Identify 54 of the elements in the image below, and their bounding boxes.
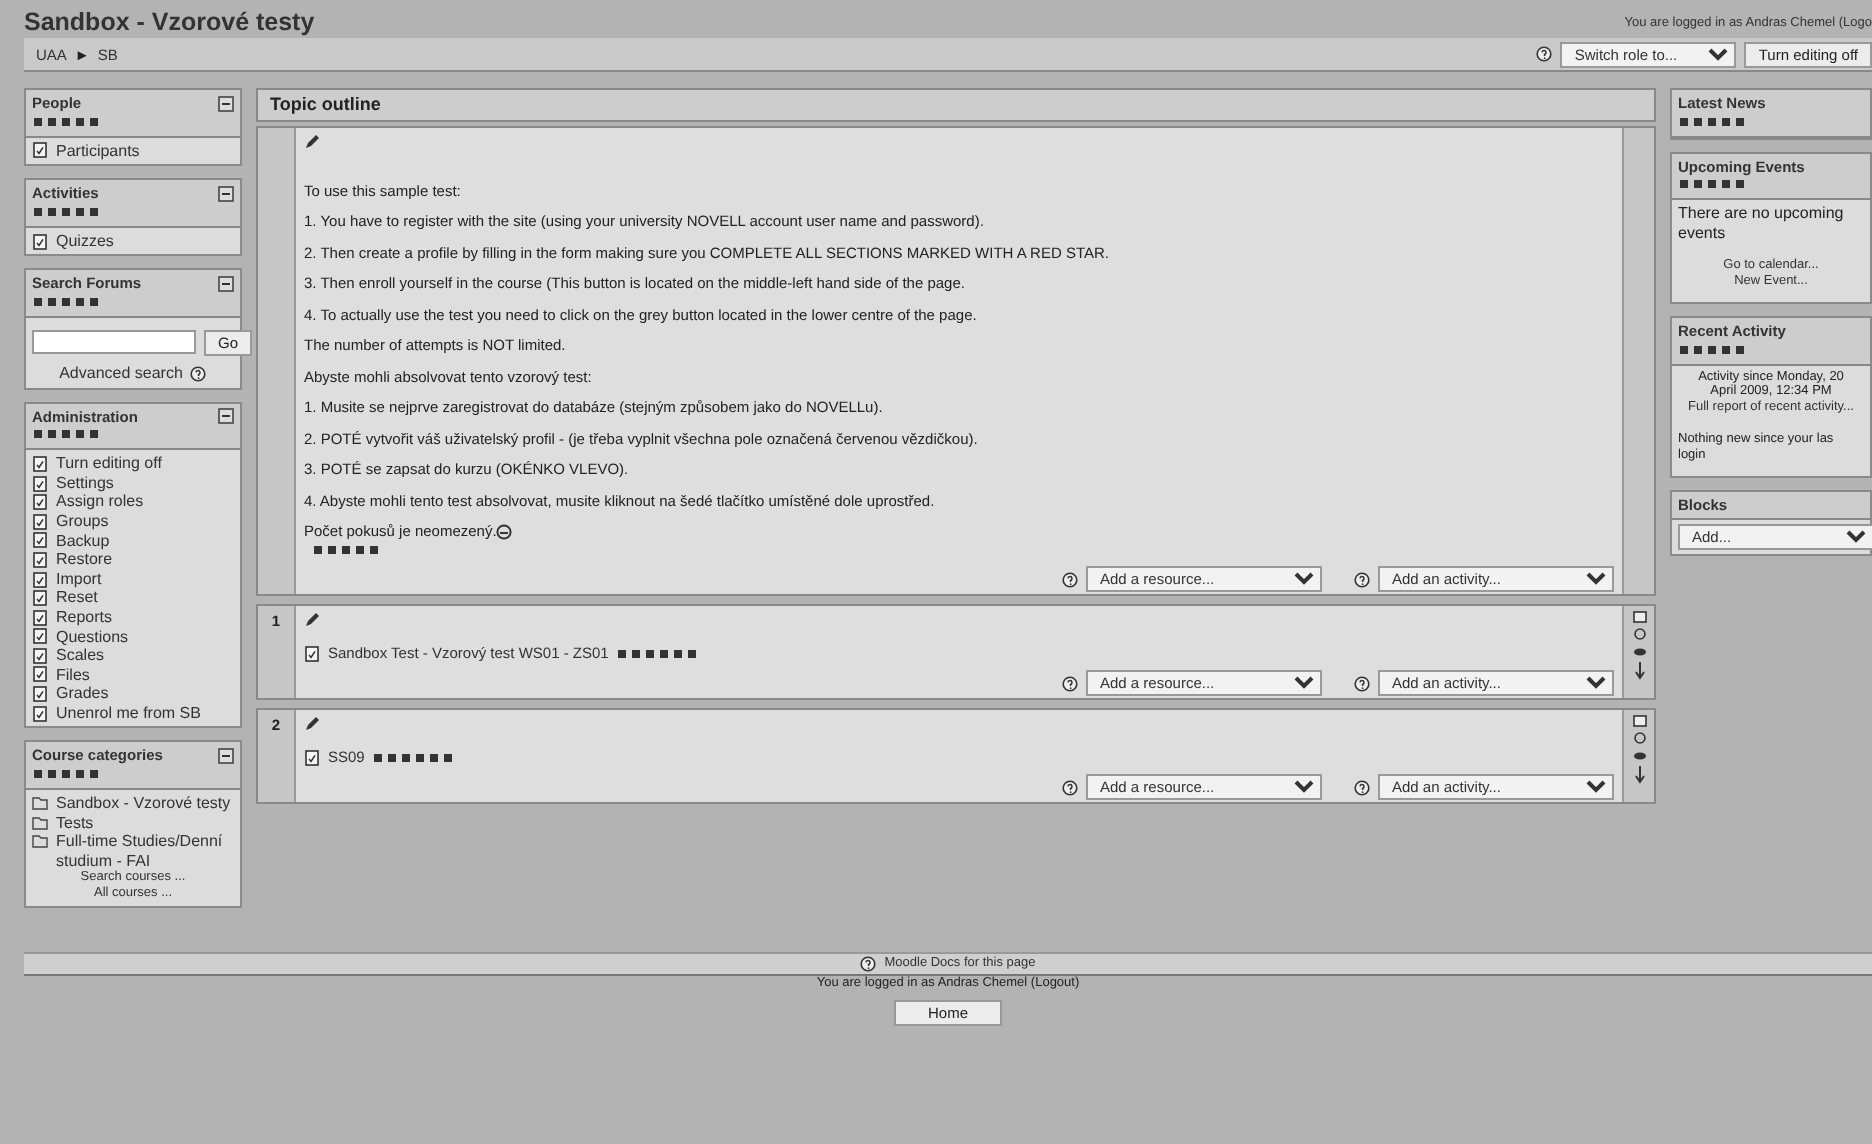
edit-controls-drawing[interactable]	[1678, 113, 1748, 130]
edit-icon[interactable]	[304, 716, 320, 733]
edit-controls-drawing[interactable]	[616, 645, 701, 662]
edit-controls-drawing[interactable]	[32, 426, 102, 443]
section-controls-drawing[interactable]	[1631, 610, 1647, 683]
block-link[interactable]: Restore	[56, 550, 113, 570]
block-link[interactable]: Turn editing off	[56, 454, 162, 474]
course-title: Sandbox - Vzorové testy	[24, 8, 315, 38]
block-link[interactable]: Quizzes	[56, 231, 114, 251]
edit-controls-drawing[interactable]	[32, 204, 102, 221]
category-link[interactable]: Full-time Studies/Denní studium - FAI	[56, 832, 234, 871]
edit-controls-drawing[interactable]	[312, 542, 382, 559]
block-text: There are no upcoming events	[1678, 204, 1846, 243]
help-icon[interactable]	[1062, 779, 1078, 796]
block-link[interactable]: Questions	[56, 627, 129, 647]
edit-controls-drawing[interactable]	[1678, 341, 1748, 358]
help-icon[interactable]	[1536, 46, 1553, 62]
help-icon[interactable]	[1354, 779, 1370, 796]
block-link[interactable]: Import	[56, 569, 102, 589]
edit-controls-drawing[interactable]	[1678, 176, 1748, 193]
edit-controls-drawing[interactable]	[372, 749, 457, 766]
collapse-icon[interactable]	[218, 408, 234, 425]
block-link[interactable]: Scales	[56, 646, 105, 666]
block-link[interactable]: Settings	[56, 473, 114, 493]
help-icon[interactable]	[190, 365, 207, 382]
block-link[interactable]: Reset	[56, 588, 98, 608]
block-link[interactable]: Reports	[56, 607, 113, 627]
block-link[interactable]: Grades	[56, 684, 109, 704]
outline-title: Topic outline	[256, 88, 1656, 122]
collapse-icon[interactable]	[218, 275, 234, 292]
collapse-icon[interactable]	[218, 747, 234, 764]
section-controls-drawing[interactable]	[1631, 714, 1647, 787]
help-icon[interactable]	[1354, 571, 1370, 588]
edit-icon[interactable]	[304, 612, 320, 629]
edit-controls-drawing[interactable]	[32, 113, 102, 130]
category-link[interactable]: Tests	[56, 813, 94, 833]
search-field[interactable]	[32, 329, 196, 354]
block-link[interactable]: Backup	[56, 531, 110, 551]
block-link[interactable]: Participants	[56, 141, 140, 161]
block-link[interactable]: Unenrol me from SB	[56, 703, 201, 723]
edit-controls-drawing[interactable]	[32, 294, 102, 311]
advanced-search-link[interactable]: Advanced search	[59, 363, 183, 384]
category-link[interactable]: Sandbox - Vzorové testy	[56, 794, 231, 814]
edit-icon[interactable]	[304, 133, 320, 150]
edit-controls-drawing[interactable]	[32, 766, 102, 783]
collapse-icon[interactable]	[218, 185, 234, 202]
help-icon[interactable]	[1062, 675, 1078, 692]
collapse-icon[interactable]	[218, 95, 234, 111]
help-icon[interactable]	[1354, 675, 1370, 692]
help-icon[interactable]	[860, 956, 877, 973]
help-icon[interactable]	[1062, 571, 1078, 588]
block-link[interactable]: Groups	[56, 511, 109, 532]
block-link[interactable]: Files	[56, 665, 90, 685]
block-link[interactable]: Assign roles	[56, 492, 144, 512]
